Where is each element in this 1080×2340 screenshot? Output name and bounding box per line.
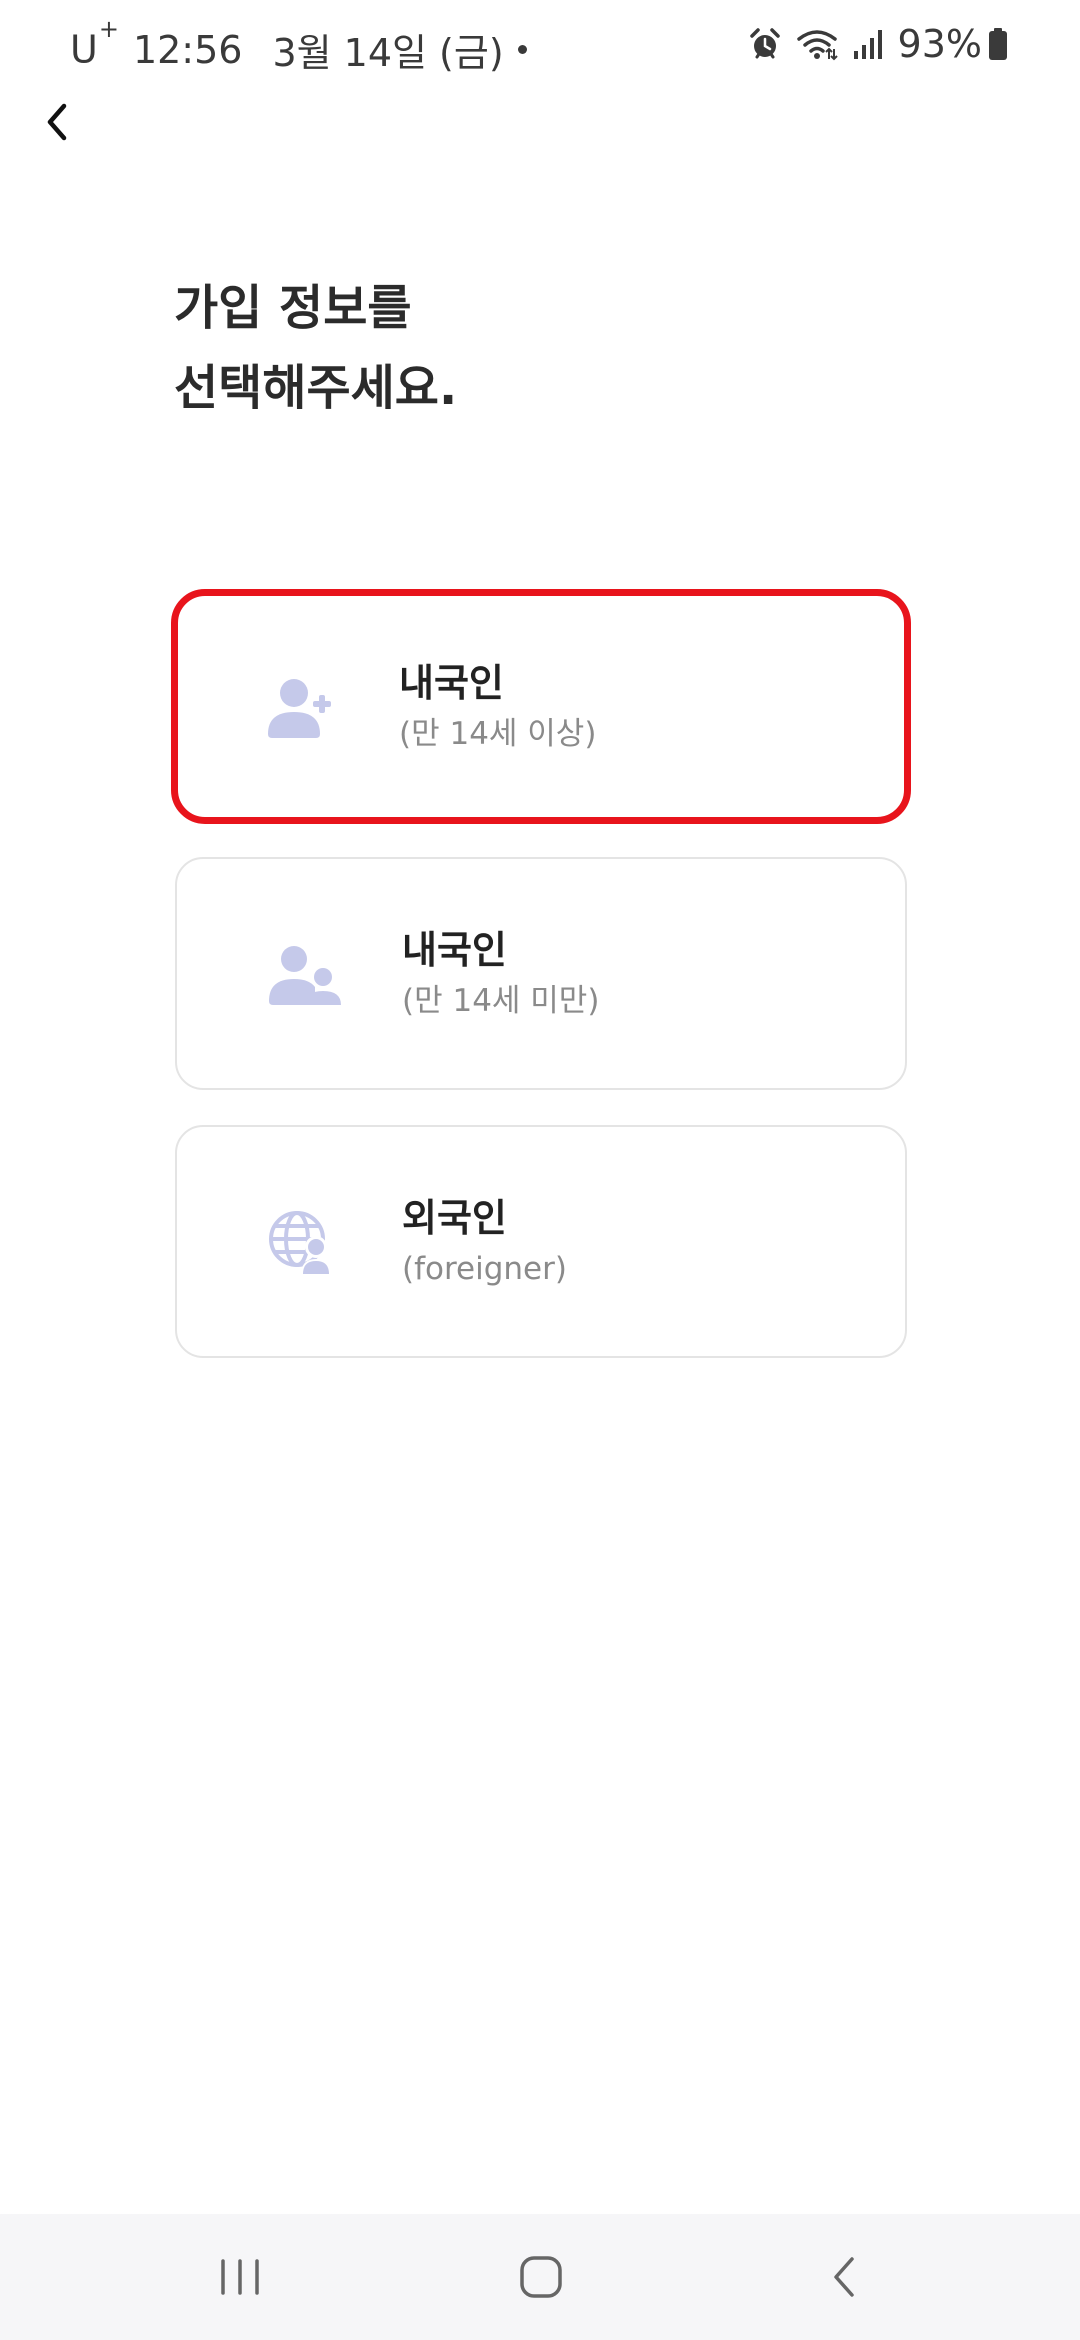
user-add-icon <box>264 672 334 742</box>
home-button[interactable] <box>461 2214 621 2340</box>
recent-apps-icon <box>221 2259 259 2295</box>
wifi-icon <box>796 27 838 61</box>
option-domestic-under-14[interactable]: 내국인 (만 14세 미만) <box>175 857 907 1090</box>
option-subtitle: (만 14세 미만) <box>402 982 600 1019</box>
option-title: 내국인 <box>402 927 507 972</box>
option-text: 내국인 (만 14세 미만) <box>402 923 599 1025</box>
status-left: U+ 12:56 3월 14일 (금) <box>70 15 527 77</box>
battery-icon <box>988 27 1008 61</box>
page-title-line1: 가입 정보를 <box>174 280 412 336</box>
option-subtitle: (만 14세 이상) <box>399 715 597 752</box>
home-icon <box>520 2256 562 2298</box>
chevron-left-icon <box>47 103 67 141</box>
option-subtitle: (foreigner) <box>402 1250 567 1287</box>
back-button[interactable] <box>28 92 88 152</box>
recent-apps-button[interactable] <box>160 2214 320 2340</box>
back-icon <box>834 2257 854 2297</box>
status-bar: U+ 12:56 3월 14일 (금) 93% <box>0 0 1080 96</box>
option-text: 외국인 (foreigner) <box>402 1191 567 1293</box>
system-nav-bar <box>0 2214 1080 2340</box>
option-title: 내국인 <box>399 660 504 705</box>
status-right: 93% <box>748 22 1008 66</box>
battery-percent: 93% <box>897 22 982 66</box>
option-foreigner[interactable]: 외국인 (foreigner) <box>175 1125 907 1358</box>
status-date: 3월 14일 (금) <box>272 31 504 75</box>
option-text: 내국인 (만 14세 이상) <box>399 656 596 758</box>
carrier-label: U+ <box>70 15 119 72</box>
option-domestic-14-plus[interactable]: 내국인 (만 14세 이상) <box>171 589 911 824</box>
page-title: 가입 정보를 선택해주세요. <box>174 268 457 428</box>
nav-back-button[interactable] <box>765 2214 925 2340</box>
status-time: 12:56 <box>132 27 243 72</box>
alarm-icon <box>748 27 782 61</box>
notification-dot-icon <box>517 45 527 54</box>
signal-icon <box>852 27 884 61</box>
globe-user-icon <box>267 1207 337 1277</box>
users-icon <box>267 939 341 1009</box>
page-title-line2: 선택해주세요. <box>174 360 458 416</box>
option-title: 외국인 <box>402 1195 507 1240</box>
